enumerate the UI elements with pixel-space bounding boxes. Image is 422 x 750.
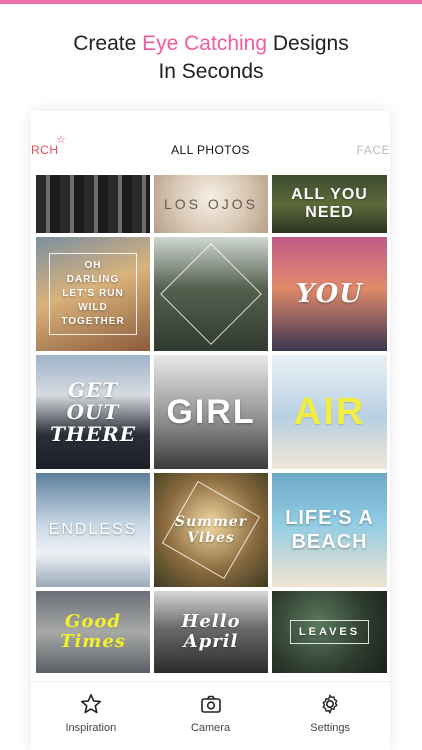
nav-camera[interactable]: Camera <box>151 682 271 750</box>
nav-camera-label: Camera <box>190 722 231 734</box>
photo-grid: LOS OJOS ALL YOU NEED OH DARLING LET'S R… <box>36 175 387 681</box>
tile-caption: Hello April <box>181 611 241 652</box>
tile-caption: AIR <box>293 390 366 433</box>
photo-tile[interactable]: Summer Vibes <box>154 473 268 587</box>
nav-settings-label: Settings <box>310 722 351 734</box>
tile-caption: GET OUT THERE <box>50 378 136 446</box>
tile-caption: GIRL <box>166 392 256 431</box>
photo-tile[interactable]: OH DARLING LET'S RUN WILD TOGETHER <box>36 237 150 351</box>
diamond-frame-icon <box>160 243 262 345</box>
tile-caption: ENDLESS <box>48 521 138 538</box>
photo-tile[interactable]: Good Times <box>36 591 150 673</box>
tile-caption: LIFE'S A BEACH <box>285 507 374 553</box>
nav-inspiration[interactable]: Inspiration <box>31 682 151 750</box>
nav-settings[interactable]: Settings <box>270 682 390 750</box>
photo-tile[interactable]: ENDLESS <box>36 473 150 587</box>
photo-tile[interactable]: LIFE'S A BEACH <box>272 473 387 587</box>
promo-line1-accent: Eye Catching <box>142 32 268 55</box>
photo-tile[interactable]: GIRL <box>154 355 268 469</box>
top-accent-bar <box>0 0 422 4</box>
tab-all-photos[interactable]: ALL PHOTOS <box>31 143 390 157</box>
tile-caption: LOS OJOS <box>163 196 259 212</box>
photo-tile[interactable]: LOS OJOS <box>154 175 268 233</box>
nav-inspiration-label: Inspiration <box>65 722 117 734</box>
photo-tile[interactable]: LEAVES <box>272 591 387 673</box>
tile-caption: YOU <box>296 279 363 309</box>
promo-headline: Create Eye Catching Designs In Seconds <box>0 30 422 86</box>
promo-line1-prefix: Create <box>73 32 143 55</box>
gear-icon <box>322 694 338 714</box>
tab-faces[interactable]: FACE <box>357 143 390 157</box>
star-icon <box>80 694 101 714</box>
photo-tile[interactable] <box>36 175 150 233</box>
photo-tile[interactable]: ALL YOU NEED <box>272 175 387 233</box>
tile-caption: LEAVES <box>289 620 370 644</box>
camera-icon <box>200 695 221 713</box>
tile-caption: OH DARLING LET'S RUN WILD TOGETHER <box>49 253 137 335</box>
tab-all-photos-label: ALL PHOTOS <box>171 143 250 157</box>
category-tabs: RCH ☆ ALL PHOTOS FACE <box>31 111 390 175</box>
photo-tile[interactable] <box>154 237 268 351</box>
photo-tile[interactable]: AIR <box>272 355 387 469</box>
tile-caption: ALL YOU NEED <box>291 186 368 221</box>
photo-tile[interactable]: Hello April <box>154 591 268 673</box>
tile-caption: Good Times <box>60 611 126 652</box>
tile-caption: Summer Vibes <box>174 514 248 546</box>
promo-line1-suffix: Designs <box>267 32 349 55</box>
tab-faces-label: FACE <box>356 143 390 157</box>
app-screen: RCH ☆ ALL PHOTOS FACE LOS OJOS ALL YOU N… <box>31 111 390 750</box>
photo-tile[interactable]: GET OUT THERE <box>36 355 150 469</box>
photo-tile[interactable]: YOU <box>272 237 387 351</box>
bottom-nav: Inspiration Camera Settings <box>31 681 390 750</box>
promo-line2: In Seconds <box>158 60 264 83</box>
